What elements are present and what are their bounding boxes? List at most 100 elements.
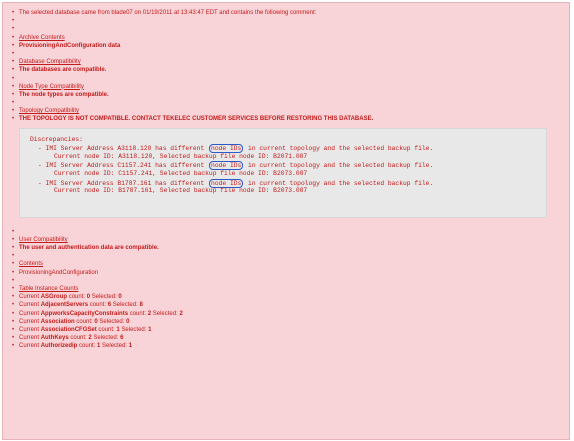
bullet: • [12, 277, 15, 284]
table-count-prefix: Current [19, 343, 41, 350]
discrepancy-detail: Current node ID: B1787.161, Selected bac… [54, 187, 308, 195]
bullet: • [12, 343, 15, 350]
table-count-selcount: 2 [179, 310, 183, 317]
table-count-selcount: 8 [139, 302, 143, 309]
table-count-sel: Selected: [111, 302, 140, 309]
section-link-text[interactable]: Table Instance Counts [19, 286, 78, 292]
section-link[interactable]: • Database Compatibility [11, 58, 561, 66]
table-count-mid: count: [96, 326, 117, 333]
table-count-table: Association [40, 318, 75, 325]
empty-bullet-item: • [11, 99, 561, 107]
section-value-text: ProvisioningAndConfiguration data [19, 42, 121, 49]
empty-bullet-item: • [11, 25, 561, 33]
table-count-selcount: 0 [126, 318, 130, 325]
table-count-table: AppworksCapacityConstraints [40, 310, 129, 317]
discrepancy-prefix: - IMI Server Address B1787.161 has diffe… [38, 179, 209, 187]
table-count-prefix: Current [19, 335, 41, 342]
section-link-text[interactable]: Database Compatibility [19, 59, 81, 65]
table-count-row: • Current AuthKeys count: 2 Selected: 6 [11, 334, 561, 342]
bullet: • [12, 245, 15, 251]
table-count-table: ASGroup [40, 294, 68, 301]
section-value-text: The node types are compatible. [19, 91, 109, 98]
section-plain: • ProvisioningAndConfiguration [11, 269, 561, 277]
empty-bullet-item: • [11, 17, 561, 25]
table-count-selcount: 1 [128, 343, 133, 350]
discrepancies-title: Discrepancies: [30, 135, 83, 143]
section-link-text[interactable]: Contents [19, 261, 43, 267]
table-count-sel: Selected: [90, 294, 119, 301]
section-link[interactable]: • Topology Compatibility [11, 107, 561, 115]
section-value: • The node types are compatible. [11, 91, 561, 99]
section-link[interactable]: • User Compatibility [11, 236, 561, 244]
report-content: • The selected database came from blade0… [11, 9, 561, 350]
bullet: • [12, 261, 15, 268]
empty-bullet-item: • [11, 228, 561, 236]
table-count-prefix: Current [19, 318, 41, 325]
bullet: • [12, 91, 15, 98]
discrepancy-line: - IMI Server Address A3118.120 has diffe… [30, 144, 536, 154]
discrepancy-line: - IMI Server Address B1787.161 has diffe… [30, 178, 536, 188]
section-value-text: The user and authentication data are com… [19, 245, 159, 251]
section-value: • The user and authentication data are co… [11, 244, 561, 252]
section-link-text[interactable]: Topology Compatibility [19, 108, 79, 114]
bullet: • [12, 253, 15, 260]
section-link[interactable]: • Contents [11, 260, 561, 268]
table-count-table: AssociationCFGSet [40, 326, 97, 333]
table-count-row: • Current AdjacentServers count: 6 Select… [11, 301, 561, 309]
table-count-mid: count: [77, 343, 98, 350]
empty-bullet-item: • [11, 50, 561, 58]
discrepancy-detail: Current node ID: A3118.120, Selected bac… [54, 152, 308, 160]
table-count-table: AdjacentServers [40, 302, 89, 309]
section-link-text[interactable]: User Compatibility [19, 237, 68, 243]
section-link-text[interactable]: Node Type Compatibility [19, 84, 84, 90]
section-link-text[interactable]: Archive Contents [19, 35, 65, 41]
table-count-sel: Selected: [97, 318, 127, 325]
table-count-mid: count: [74, 318, 95, 325]
bullet: • [12, 26, 15, 33]
bullet: • [12, 18, 15, 25]
table-count-row: • Current AppworksCapacityConstraints cou… [11, 310, 561, 318]
table-count-mid: count: [88, 302, 108, 309]
bullet: • [12, 310, 15, 317]
bullet: • [12, 335, 15, 342]
bullet: • [12, 116, 15, 123]
bullet: • [12, 285, 15, 292]
bullet: • [12, 269, 15, 276]
bullet: • [12, 318, 15, 325]
section-plain-text: ProvisioningAndConfiguration [19, 269, 99, 276]
bullet: • [12, 50, 15, 57]
discrepancy-prefix: - IMI Server Address A3118.120 has diffe… [38, 145, 209, 153]
bullet: • [12, 42, 15, 49]
bullet: • [12, 83, 15, 90]
discrepancy-suffix: in current topology and the selected bac… [244, 179, 434, 187]
section-link[interactable]: • Table Instance Counts [11, 285, 561, 293]
bullet: • [12, 59, 15, 66]
table-count-table: AuthKeys [40, 335, 69, 342]
intro-text: The selected database came from blade07 … [19, 10, 317, 16]
section-link[interactable]: • Archive Contents [11, 34, 561, 42]
table-count-prefix: Current [19, 302, 41, 309]
section-value-text: THE TOPOLOGY IS NOT COMPATIBLE. CONTACT … [19, 116, 374, 123]
discrepancy-line: - IMI Server Address C1157.241 has diffe… [30, 161, 536, 171]
table-count-table: Authorizedip [40, 343, 78, 350]
table-count-row: • Current Association count: 0 Selected: … [11, 318, 561, 326]
intro-line: • The selected database came from blade0… [11, 9, 561, 17]
discrepancy-prefix: - IMI Server Address C1157.241 has diffe… [38, 162, 209, 170]
table-count-row: • Current ASGroup count: 0 Selected: 0 [11, 293, 561, 301]
table-count-sel: Selected: [91, 335, 121, 342]
bullet: • [12, 326, 15, 333]
after-sections: • • User Compatibility • The user and authen… [11, 228, 561, 351]
sections: • • • Archive Contents • ProvisioningAndConfi… [11, 17, 561, 123]
section-value: • The databases are compatible. [11, 66, 561, 74]
empty-bullet-item: • [11, 75, 561, 83]
discrepancies-box: Discrepancies: - IMI Server Address A311… [19, 127, 547, 218]
discrepancy-suffix: in current topology and the selected bac… [244, 162, 434, 170]
empty-bullet-item: • [11, 277, 561, 285]
bullet: • [12, 228, 15, 235]
bullet: • [12, 294, 15, 301]
section-value: • THE TOPOLOGY IS NOT COMPATIBLE. CONTACT… [11, 115, 561, 123]
discrepancy-detail: Current node ID: C1157.241, Selected bac… [54, 170, 308, 177]
bullet: • [12, 10, 15, 16]
bullet: • [12, 34, 15, 41]
section-link[interactable]: • Node Type Compatibility [11, 83, 561, 91]
